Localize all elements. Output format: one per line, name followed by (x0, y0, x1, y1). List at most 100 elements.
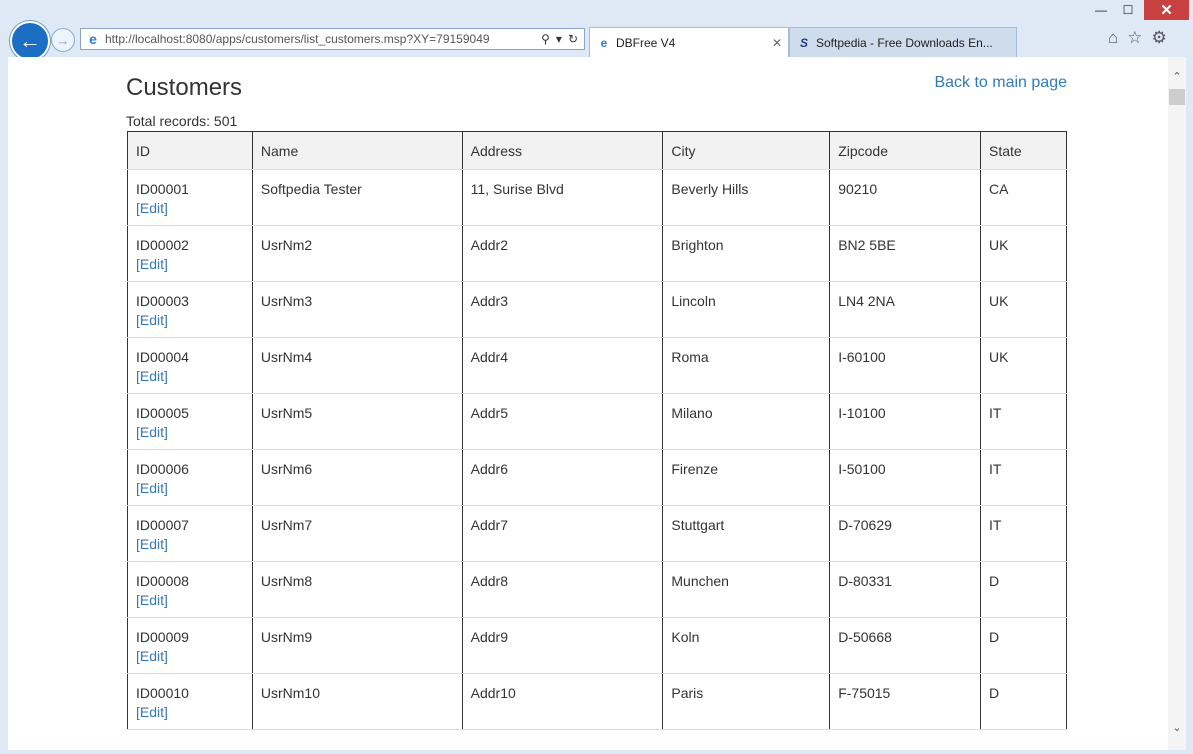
state-value: D (989, 573, 1000, 589)
refresh-icon[interactable]: ↻ (568, 32, 578, 46)
search-icon[interactable]: ⚲ (541, 32, 550, 46)
scroll-thumb[interactable] (1169, 89, 1185, 105)
cell-name: UsrNm7 (251, 505, 463, 562)
window-frame (0, 750, 1193, 754)
address-value: Addr10 (470, 685, 516, 701)
scroll-down-icon[interactable]: ⌄ (1168, 718, 1186, 736)
cell-address: Addr10 (461, 673, 664, 730)
name-value: UsrNm5 (260, 405, 313, 421)
home-icon[interactable]: ⌂ (1108, 28, 1118, 48)
edit-link[interactable]: [Edit] (136, 312, 244, 328)
cell-state: IT (980, 393, 1067, 450)
cell-state: IT (980, 505, 1067, 562)
name-value: UsrNm10 (260, 685, 321, 701)
table-row: ID00003 [Edit] UsrNm3 Addr3 Lincoln LN4 2NA UK (127, 281, 1067, 338)
zipcode-value: LN4 2NA (838, 293, 895, 309)
dropdown-icon[interactable]: ▾ (556, 32, 562, 46)
cell-state: D (980, 617, 1067, 674)
cell-city: Paris (662, 673, 831, 730)
city-value: Stuttgart (671, 517, 725, 533)
city-value: Koln (671, 629, 700, 645)
vertical-scrollbar[interactable]: ⌃ ⌄ (1168, 57, 1186, 750)
edit-link[interactable]: [Edit] (136, 704, 244, 720)
edit-link[interactable]: [Edit] (136, 592, 244, 608)
cell-address: Addr3 (461, 281, 664, 338)
cell-address: Addr7 (461, 505, 664, 562)
zipcode-value: D-80331 (838, 573, 892, 589)
scroll-up-icon[interactable]: ⌃ (1168, 67, 1186, 85)
edit-link[interactable]: [Edit] (136, 368, 244, 384)
id-value: ID00002 (136, 237, 189, 253)
zipcode-value: I-10100 (838, 405, 886, 421)
close-tab-icon[interactable]: ✕ (772, 36, 782, 50)
state-value: UK (989, 237, 1009, 253)
tab-dbfree[interactable]: e DBFree V4 ✕ (589, 27, 789, 57)
address-value: Addr6 (470, 461, 508, 477)
table-row: ID00008 [Edit] UsrNm8 Addr8 Munchen D-80331 D (127, 561, 1067, 618)
state-value: IT (989, 461, 1002, 477)
address-value: Addr3 (470, 293, 508, 309)
maximize-button[interactable]: ☐ (1115, 0, 1141, 20)
cell-id: ID00009 [Edit] (127, 617, 253, 674)
cell-name: UsrNm2 (251, 225, 463, 282)
softpedia-icon: S (799, 35, 808, 50)
edit-link[interactable]: [Edit] (136, 200, 244, 216)
state-value: UK (989, 293, 1009, 309)
back-to-main-link[interactable]: Back to main page (934, 74, 1067, 92)
table-row: ID00007 [Edit] UsrNm7 Addr7 Stuttgart D-70629… (127, 505, 1067, 562)
cell-city: Munchen (662, 561, 831, 618)
edit-link[interactable]: [Edit] (136, 536, 244, 552)
column-header-address: Address (461, 131, 664, 170)
name-value: UsrNm3 (260, 293, 313, 309)
table-row: ID00009 [Edit] UsrNm9 Addr9 Koln D-50668 D (127, 617, 1067, 674)
star-icon[interactable]: ☆ (1127, 28, 1142, 48)
tab-softpedia[interactable]: S Softpedia - Free Downloads En... (789, 27, 1017, 57)
cell-name: UsrNm5 (251, 393, 463, 450)
cell-id: ID00007 [Edit] (127, 505, 253, 562)
column-header-id: ID (127, 131, 253, 170)
cell-city: Firenze (662, 449, 831, 506)
cell-id: ID00004 [Edit] (127, 337, 253, 394)
cell-zipcode: D-50668 (829, 617, 982, 674)
edit-link[interactable]: [Edit] (136, 424, 244, 440)
cell-zipcode: I-60100 (829, 337, 982, 394)
cell-zipcode: D-80331 (829, 561, 982, 618)
city-value: Beverly Hills (671, 181, 749, 197)
cell-address: Addr8 (461, 561, 664, 618)
city-value: Lincoln (671, 293, 716, 309)
minimize-button[interactable]: — (1089, 0, 1113, 20)
back-button[interactable]: ← (10, 21, 50, 61)
edit-link[interactable]: [Edit] (136, 480, 244, 496)
id-value: ID00010 (136, 685, 189, 701)
zipcode-value: 90210 (838, 181, 878, 197)
cell-city: Stuttgart (662, 505, 831, 562)
address-value: 11, Surise Blvd (470, 181, 564, 197)
city-value: Munchen (671, 573, 729, 589)
table-row: ID00010 [Edit] UsrNm10 Addr10 Paris F-75015 D (127, 673, 1067, 730)
table-row: ID00002 [Edit] UsrNm2 Addr2 Brighton BN2 5BE U… (127, 225, 1067, 282)
id-value: ID00006 (136, 461, 189, 477)
cell-zipcode: I-50100 (829, 449, 982, 506)
table-row: ID00006 [Edit] UsrNm6 Addr6 Firenze I-50100 IT (127, 449, 1067, 506)
table-row: ID00001 [Edit] Softpedia Tester 11, Surise … (127, 169, 1067, 226)
id-value: ID00007 (136, 517, 189, 533)
edit-link[interactable]: [Edit] (136, 256, 244, 272)
zipcode-value: I-50100 (838, 461, 886, 477)
gear-icon[interactable]: ⚙ (1152, 28, 1167, 48)
cell-state: D (980, 561, 1067, 618)
close-window-button[interactable]: ✕ (1144, 0, 1189, 20)
zipcode-value: I-60100 (838, 349, 886, 365)
cell-city: Brighton (662, 225, 831, 282)
forward-button[interactable]: → (51, 28, 75, 52)
page-viewport: Customers Back to main page Total record… (8, 57, 1168, 750)
address-url[interactable]: http://localhost:8080/apps/customers/lis… (105, 32, 541, 46)
address-bar[interactable]: e http://localhost:8080/apps/customers/l… (80, 28, 585, 50)
cell-address: Addr5 (461, 393, 664, 450)
table-row: ID00005 [Edit] UsrNm5 Addr5 Milano I-10100 IT (127, 393, 1067, 450)
cell-zipcode: 90210 (829, 169, 982, 226)
cell-state: UK (980, 281, 1067, 338)
name-value: UsrNm6 (260, 461, 313, 477)
cell-id: ID00001 [Edit] (127, 169, 253, 226)
edit-link[interactable]: [Edit] (136, 648, 244, 664)
cell-state: UK (980, 225, 1067, 282)
